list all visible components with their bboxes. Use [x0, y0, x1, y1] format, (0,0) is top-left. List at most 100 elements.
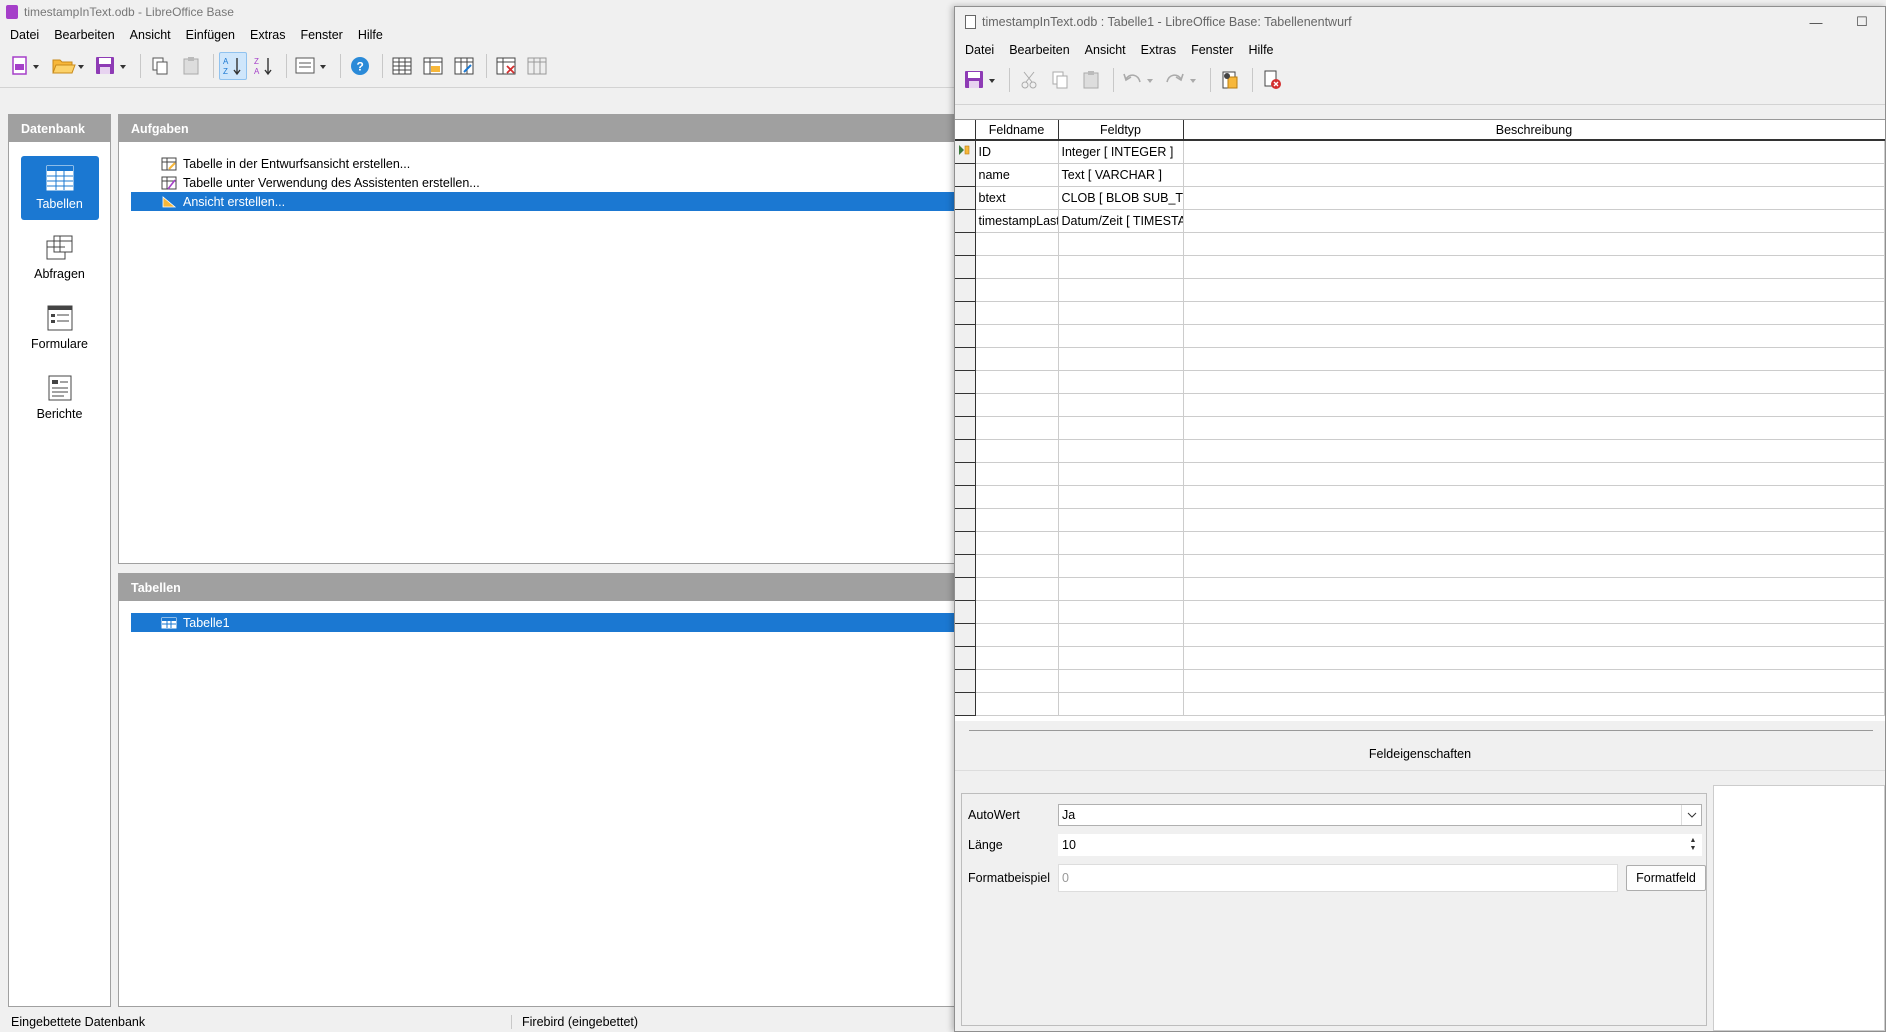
table-properties-button[interactable]	[523, 52, 551, 80]
field-name-cell[interactable]	[975, 393, 1059, 417]
field-description-cell[interactable]	[1183, 416, 1885, 440]
formatfeld-button[interactable]: Formatfeld	[1626, 865, 1706, 891]
splitter[interactable]	[969, 730, 1873, 731]
field-name-cell[interactable]	[975, 508, 1059, 532]
table-row[interactable]	[955, 462, 1885, 486]
field-name-cell[interactable]	[975, 669, 1059, 693]
field-description-cell[interactable]	[1183, 600, 1885, 624]
field-name-cell[interactable]	[975, 255, 1059, 279]
table-row[interactable]	[955, 646, 1885, 670]
field-description-cell[interactable]	[1183, 140, 1885, 164]
design-save-button[interactable]	[961, 66, 1001, 94]
table-row[interactable]	[955, 554, 1885, 578]
field-description-cell[interactable]	[1183, 255, 1885, 279]
row-handle[interactable]	[955, 140, 976, 164]
cut-button[interactable]	[1015, 66, 1043, 94]
table-row[interactable]	[955, 577, 1885, 601]
field-type-cell[interactable]	[1058, 347, 1184, 371]
field-name-cell[interactable]	[975, 370, 1059, 394]
field-description-cell[interactable]	[1183, 577, 1885, 601]
field-type-cell[interactable]	[1058, 301, 1184, 325]
redo-button[interactable]	[1162, 66, 1202, 94]
table-row[interactable]	[955, 324, 1885, 348]
field-type-cell[interactable]: Datum/Zeit [ TIMESTAMP ]	[1058, 209, 1184, 233]
task-create-table-design[interactable]: Tabelle in der Entwurfsansicht erstellen…	[131, 154, 959, 173]
field-name-cell[interactable]: btext	[975, 186, 1059, 210]
delete-table-button[interactable]	[492, 52, 520, 80]
field-name-cell[interactable]	[975, 439, 1059, 463]
nav-tables[interactable]: Tabellen	[20, 156, 99, 220]
field-description-cell[interactable]	[1183, 531, 1885, 555]
table-row[interactable]	[955, 232, 1885, 256]
sort-descending-button[interactable]: ZA	[250, 52, 278, 80]
primary-key-button[interactable]	[1216, 66, 1244, 94]
table-row[interactable]: ID Integer [ INTEGER ]	[955, 140, 1885, 164]
field-description-cell[interactable]	[1183, 347, 1885, 371]
table-row[interactable]	[955, 255, 1885, 279]
field-name-cell[interactable]	[975, 462, 1059, 486]
table-row[interactable]	[955, 278, 1885, 302]
open-button[interactable]	[49, 52, 89, 80]
field-name-cell[interactable]	[975, 600, 1059, 624]
field-type-cell[interactable]	[1058, 577, 1184, 601]
spin-buttons[interactable]: ▲ ▼	[1685, 835, 1701, 855]
row-handle[interactable]	[955, 577, 976, 601]
column-header-beschreibung[interactable]: Beschreibung	[1183, 120, 1885, 141]
menu-extras[interactable]: Extras	[1134, 43, 1184, 57]
field-name-cell[interactable]	[975, 416, 1059, 440]
table-row[interactable]	[955, 669, 1885, 693]
table-row[interactable]	[955, 531, 1885, 555]
table-row[interactable]	[955, 416, 1885, 440]
paste-button[interactable]	[177, 52, 205, 80]
row-handle[interactable]	[955, 278, 976, 302]
field-description-cell[interactable]	[1183, 623, 1885, 647]
menu-hilfe[interactable]: Hilfe	[1241, 43, 1281, 57]
spin-up-icon[interactable]: ▲	[1690, 837, 1697, 845]
row-handle[interactable]	[955, 623, 976, 647]
menu-ansicht[interactable]: Ansicht	[1078, 43, 1134, 57]
field-type-cell[interactable]	[1058, 485, 1184, 509]
field-name-cell[interactable]	[975, 692, 1059, 716]
field-description-cell[interactable]	[1183, 370, 1885, 394]
copy-button[interactable]	[1046, 66, 1074, 94]
field-description-cell[interactable]	[1183, 485, 1885, 509]
field-description-cell[interactable]	[1183, 186, 1885, 210]
row-handle[interactable]	[955, 508, 976, 532]
field-name-cell[interactable]: name	[975, 163, 1059, 187]
row-handle[interactable]	[955, 531, 976, 555]
paste-button[interactable]	[1077, 66, 1105, 94]
table-row[interactable]	[955, 393, 1885, 417]
edit-table-button[interactable]	[419, 52, 447, 80]
open-table-button[interactable]	[388, 52, 416, 80]
task-create-view[interactable]: Ansicht erstellen...	[131, 192, 959, 211]
menu-bearbeiten[interactable]: Bearbeiten	[47, 28, 122, 42]
row-handle[interactable]	[955, 209, 976, 233]
save-button[interactable]	[92, 52, 132, 80]
menu-datei[interactable]: Datei	[958, 43, 1002, 57]
row-handle[interactable]	[955, 439, 976, 463]
maximize-button[interactable]: ☐	[1839, 7, 1885, 37]
field-description-cell[interactable]	[1183, 278, 1885, 302]
form-view-button[interactable]	[292, 52, 332, 80]
field-type-cell[interactable]	[1058, 692, 1184, 716]
minimize-button[interactable]: —	[1793, 7, 1839, 37]
spin-down-icon[interactable]: ▼	[1690, 845, 1697, 853]
field-type-cell[interactable]	[1058, 324, 1184, 348]
nav-queries[interactable]: Abfragen	[21, 226, 99, 290]
menu-bearbeiten[interactable]: Bearbeiten	[1002, 43, 1077, 57]
table-row[interactable]: btext CLOB [ BLOB SUB_TYPE TEXT ]	[955, 186, 1885, 210]
field-type-cell[interactable]	[1058, 439, 1184, 463]
field-description-cell[interactable]	[1183, 324, 1885, 348]
table-row[interactable]	[955, 370, 1885, 394]
field-type-cell[interactable]	[1058, 232, 1184, 256]
menu-ansicht[interactable]: Ansicht	[123, 28, 179, 42]
field-type-cell[interactable]	[1058, 393, 1184, 417]
table-row[interactable]	[955, 692, 1885, 716]
field-type-cell[interactable]: CLOB [ BLOB SUB_TYPE TEXT ]	[1058, 186, 1184, 210]
field-description-cell[interactable]	[1183, 439, 1885, 463]
field-type-cell[interactable]	[1058, 623, 1184, 647]
field-description-cell[interactable]	[1183, 163, 1885, 187]
field-name-cell[interactable]	[975, 278, 1059, 302]
table-row[interactable]: timestampLastChange Datum/Zeit [ TIMESTA…	[955, 209, 1885, 233]
field-description-cell[interactable]	[1183, 646, 1885, 670]
